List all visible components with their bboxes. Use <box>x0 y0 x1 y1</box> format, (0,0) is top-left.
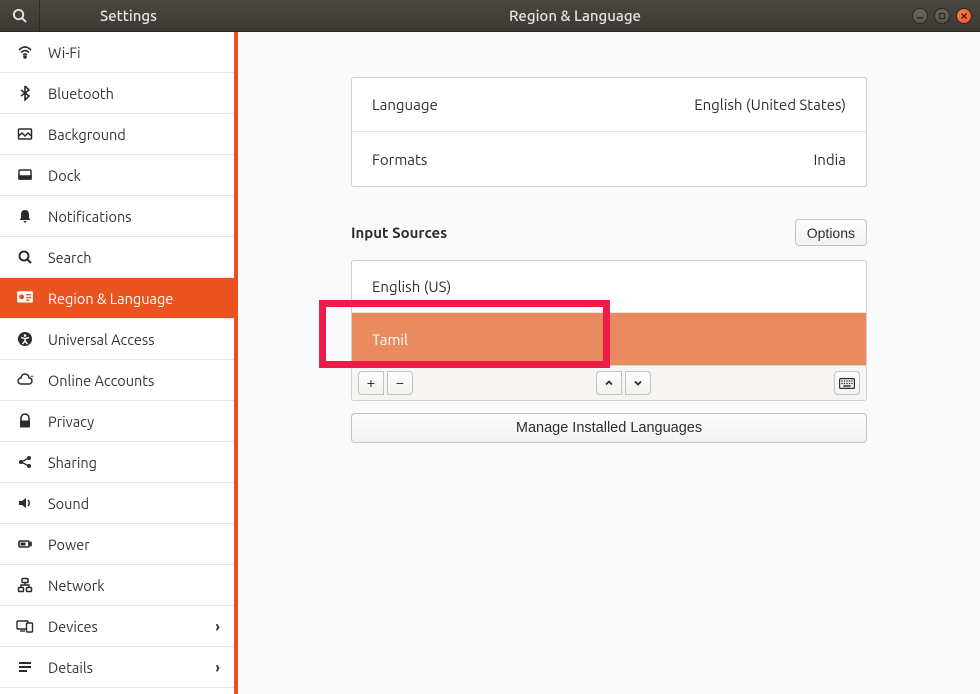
remove-source-button[interactable]: − <box>387 371 413 395</box>
add-source-button[interactable]: + <box>358 371 384 395</box>
formats-value: India <box>813 151 846 168</box>
close-icon <box>960 12 968 20</box>
sidebar-item-power[interactable]: Power <box>0 524 234 565</box>
sidebar-item-label: Search <box>48 249 92 266</box>
accessibility-icon <box>14 331 36 347</box>
details-icon <box>14 659 36 675</box>
sidebar-item-label: Details <box>48 659 93 676</box>
formats-label: Formats <box>372 151 427 168</box>
sidebar-item-label: Devices <box>48 618 98 635</box>
input-source-row-selected[interactable]: Tamil <box>352 313 866 365</box>
sidebar: Wi-Fi Bluetooth Background Dock Notifica <box>0 32 238 694</box>
search-icon <box>14 249 36 265</box>
sidebar-item-wifi[interactable]: Wi-Fi <box>0 32 234 73</box>
app-body: Wi-Fi Bluetooth Background Dock Notifica <box>0 32 980 694</box>
sidebar-item-label: Sound <box>48 495 89 512</box>
language-row[interactable]: Language English (United States) <box>352 78 866 132</box>
sidebar-item-label: Online Accounts <box>48 372 154 389</box>
sidebar-item-region-language[interactable]: Region & Language <box>0 278 234 319</box>
sidebar-item-notifications[interactable]: Notifications <box>0 196 234 237</box>
options-button[interactable]: Options <box>795 219 867 246</box>
sidebar-item-label: Bluetooth <box>48 85 114 102</box>
cloud-icon: + <box>14 372 36 388</box>
sidebar-item-label: Privacy <box>48 413 94 430</box>
language-label: Language <box>372 96 438 113</box>
sidebar-item-label: Wi-Fi <box>48 44 81 61</box>
background-icon <box>14 126 36 142</box>
input-sources-title: Input Sources <box>351 224 447 241</box>
sidebar-item-sharing[interactable]: Sharing <box>0 442 234 483</box>
network-icon <box>14 577 36 593</box>
privacy-icon <box>14 413 36 429</box>
sidebar-item-privacy[interactable]: Privacy <box>0 401 234 442</box>
power-icon <box>14 536 36 552</box>
dock-icon <box>14 167 36 183</box>
sidebar-item-label: Sharing <box>48 454 97 471</box>
sidebar-item-universal-access[interactable]: Universal Access <box>0 319 234 360</box>
minus-icon: − <box>396 375 404 391</box>
titlebar-search-button[interactable] <box>0 0 40 32</box>
bluetooth-icon <box>14 85 36 101</box>
move-up-button[interactable] <box>596 371 622 395</box>
sidebar-item-background[interactable]: Background <box>0 114 234 155</box>
maximize-button[interactable] <box>934 8 950 24</box>
window-controls <box>912 8 980 24</box>
devices-icon <box>14 618 36 634</box>
move-down-button[interactable] <box>625 371 651 395</box>
close-button[interactable] <box>956 8 972 24</box>
language-value: English (United States) <box>694 96 846 113</box>
input-source-row[interactable]: English (US) <box>352 261 866 313</box>
input-sources-header: Input Sources Options <box>351 219 867 246</box>
sidebar-item-label: Network <box>48 577 105 594</box>
sidebar-item-label: Dock <box>48 167 81 184</box>
language-formats-panel: Language English (United States) Formats… <box>351 77 867 187</box>
chevron-down-icon <box>633 378 643 388</box>
input-sources-toolbar: + − <box>352 365 866 400</box>
search-icon <box>12 8 27 23</box>
sound-icon <box>14 495 36 511</box>
sidebar-item-network[interactable]: Network <box>0 565 234 606</box>
globe-icon <box>14 289 36 307</box>
sidebar-item-dock[interactable]: Dock <box>0 155 234 196</box>
sidebar-item-devices[interactable]: Devices › <box>0 606 234 647</box>
show-keyboard-layout-button[interactable] <box>834 371 860 395</box>
keyboard-icon <box>839 378 855 389</box>
maximize-icon <box>938 12 946 20</box>
sidebar-item-label: Notifications <box>48 208 132 225</box>
sidebar-item-details[interactable]: Details › <box>0 647 234 688</box>
input-sources-list: English (US) Tamil + − <box>351 260 867 401</box>
bell-icon <box>14 208 36 224</box>
wifi-icon <box>14 44 36 60</box>
sidebar-item-label: Region & Language <box>48 290 173 307</box>
formats-row[interactable]: Formats India <box>352 132 866 186</box>
content-area: Language English (United States) Formats… <box>238 32 980 694</box>
sidebar-item-label: Power <box>48 536 90 553</box>
sidebar-item-search[interactable]: Search <box>0 237 234 278</box>
share-icon <box>14 454 36 470</box>
manage-languages-row: Manage Installed Languages <box>351 413 867 443</box>
sidebar-item-label: Universal Access <box>48 331 155 348</box>
minimize-icon <box>916 12 924 20</box>
sidebar-item-online-accounts[interactable]: + Online Accounts <box>0 360 234 401</box>
title-bar: Settings Region & Language <box>0 0 980 32</box>
svg-text:+: + <box>30 373 34 381</box>
page-title: Region & Language <box>238 7 912 24</box>
chevron-up-icon <box>604 378 614 388</box>
chevron-right-icon: › <box>215 618 220 635</box>
sidebar-title: Settings <box>40 7 238 24</box>
manage-installed-languages-button[interactable]: Manage Installed Languages <box>351 413 867 443</box>
chevron-right-icon: › <box>215 659 220 676</box>
sidebar-item-sound[interactable]: Sound <box>0 483 234 524</box>
minimize-button[interactable] <box>912 8 928 24</box>
input-source-label: English (US) <box>372 278 451 295</box>
input-source-label: Tamil <box>372 331 408 348</box>
sidebar-item-bluetooth[interactable]: Bluetooth <box>0 73 234 114</box>
sidebar-item-label: Background <box>48 126 126 143</box>
plus-icon: + <box>367 375 375 391</box>
